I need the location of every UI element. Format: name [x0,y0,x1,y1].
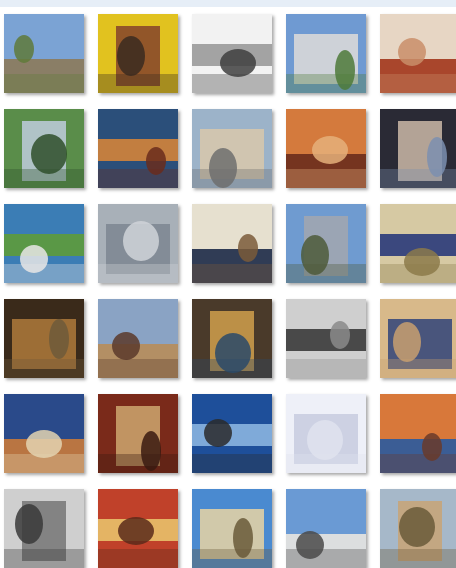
photo-thumbnail-pale-texture[interactable] [286,394,366,473]
photo-thumbnail-desert-figures[interactable] [380,299,456,378]
photo-image [4,14,84,93]
photo-image [192,489,272,568]
photo-thumbnail-neoclassical-building[interactable] [192,489,272,568]
photo-image [192,299,272,378]
photo-thumbnail-castle-towers[interactable] [4,14,84,93]
photo-thumbnail-lakeside-chalet[interactable] [4,204,84,283]
photo-image [380,109,456,188]
photo-thumbnail-triumphal-arch[interactable] [380,489,456,568]
photo-image [286,109,366,188]
photo-image [98,394,178,473]
photo-image [4,489,84,568]
photo-image [286,204,366,283]
photo-thumbnail-seated-man[interactable] [192,204,272,283]
photo-image [98,109,178,188]
photo-image [380,489,456,568]
photo-image [192,204,272,283]
photo-image [192,394,272,473]
photo-thumbnail-audience-rows[interactable] [98,394,178,473]
photo-image [98,489,178,568]
photo-image [4,204,84,283]
photo-thumbnail-stone-arch[interactable] [192,14,272,93]
photo-image [98,299,178,378]
photo-thumbnail-old-buildings[interactable] [4,489,84,568]
photo-thumbnail-market-crowd[interactable] [192,299,272,378]
photo-thumbnail-magazine-cover-portrait[interactable] [98,14,178,93]
photo-grid [4,14,456,568]
photo-image [192,109,272,188]
photo-thumbnail-plaza-lamppost[interactable] [286,489,366,568]
photo-thumbnail-river-trees[interactable] [4,109,84,188]
photo-image [380,299,456,378]
photo-thumbnail-matador-painting[interactable] [98,489,178,568]
photo-image [286,299,366,378]
photo-thumbnail-crowd-girl[interactable] [286,109,366,188]
photo-thumbnail-hands-craft-closeup[interactable] [380,14,456,93]
photo-image [286,394,366,473]
photo-thumbnail-beach-silhouettes[interactable] [192,394,272,473]
top-bar [0,0,456,7]
photo-image [4,109,84,188]
photo-image [98,204,178,283]
photo-image [192,14,272,93]
photo-thumbnail-clock-tower[interactable] [380,204,456,283]
photo-image [286,14,366,93]
photo-thumbnail-sunset-lake[interactable] [380,394,456,473]
photo-image [4,394,84,473]
photo-thumbnail-city-panorama[interactable] [286,204,366,283]
photo-thumbnail-vintage-couple-photo[interactable] [286,299,366,378]
photo-image [380,204,456,283]
photo-thumbnail-city-street[interactable] [192,109,272,188]
photo-thumbnail-mountain-village[interactable] [286,14,366,93]
photo-thumbnail-gray-fabric[interactable] [98,204,178,283]
photo-thumbnail-blue-painting[interactable] [4,394,84,473]
photo-thumbnail-pyramid-night[interactable] [98,109,178,188]
photo-thumbnail-group-people-suits[interactable] [380,109,456,188]
photo-image [4,299,84,378]
photo-thumbnail-brick-building[interactable] [98,299,178,378]
photo-image [286,489,366,568]
photo-image [380,14,456,93]
photo-image [98,14,178,93]
photo-thumbnail-wine-basket[interactable] [4,299,84,378]
photo-image [380,394,456,473]
